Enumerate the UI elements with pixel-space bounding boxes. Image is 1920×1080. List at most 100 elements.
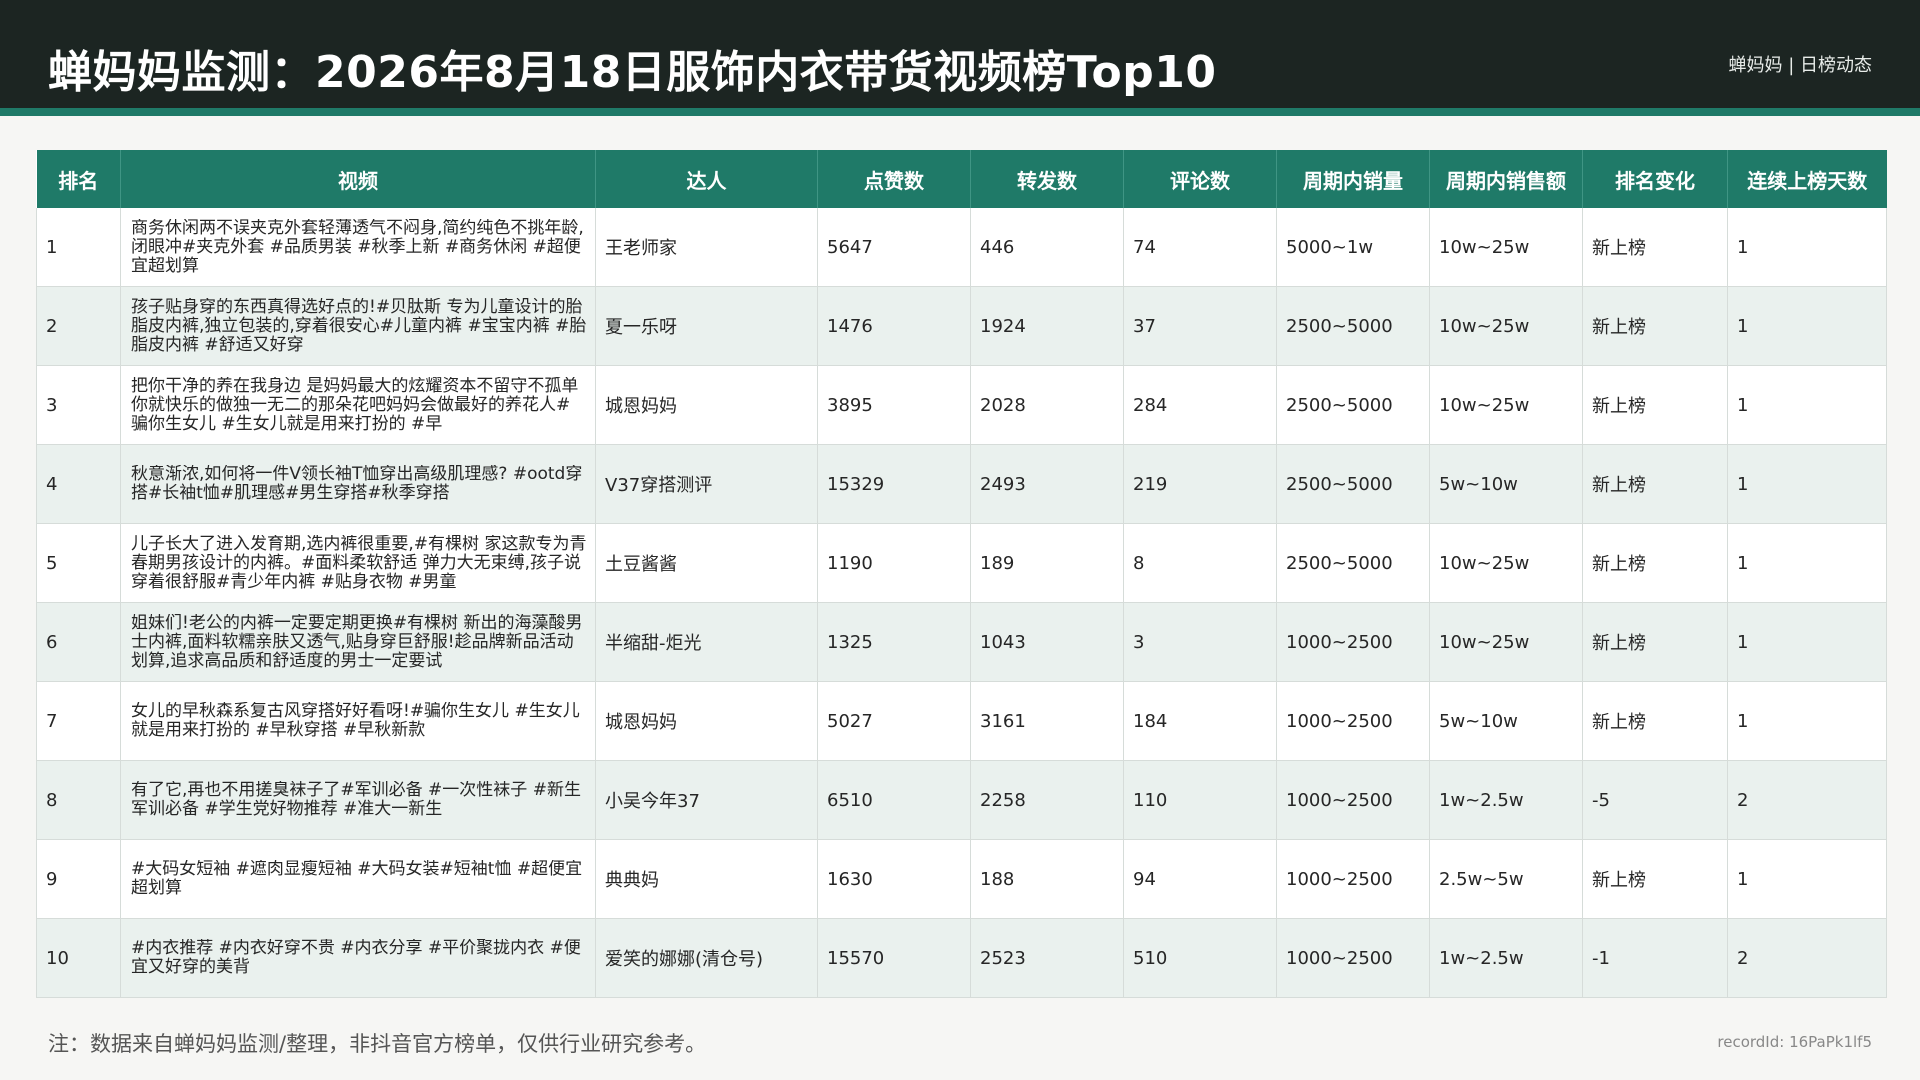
cell-creator[interactable]: 夏一乐呀	[595, 286, 818, 366]
cell-rank: 9	[36, 839, 121, 919]
video-title[interactable]: 有了它,再也不用搓臭袜子了#军训必备 #一次性袜子 #新生军训必备 #学生党好物…	[131, 781, 587, 819]
cell-video[interactable]: 儿子长大了进入发育期,选内裤很重要,#有棵树 家这款专为青春期男孩设计的内裤。#…	[120, 523, 596, 603]
cell-sales-volume: 1000~2500	[1276, 681, 1430, 761]
cell-shares: 1924	[970, 286, 1124, 366]
cell-streak-days: 1	[1727, 286, 1887, 366]
cell-likes: 5647	[817, 208, 971, 287]
cell-rank: 6	[36, 602, 121, 682]
video-title[interactable]: 女儿的早秋森系复古风穿搭好好看呀!#骗你生女儿 #生女儿就是用来打扮的 #早秋穿…	[131, 702, 587, 740]
video-title[interactable]: 秋意渐浓,如何将一件V领长袖T恤穿出高级肌理感? #ootd穿搭#长袖t恤#肌理…	[131, 465, 587, 503]
column-header-streak-days: 连续上榜天数	[1727, 150, 1887, 208]
cell-creator[interactable]: 小吴今年37	[595, 760, 818, 840]
cell-shares: 446	[970, 208, 1124, 287]
cell-creator[interactable]: V37穿搭测评	[595, 444, 818, 524]
cell-likes: 1476	[817, 286, 971, 366]
cell-comments: 94	[1123, 839, 1277, 919]
header-accent-stripe	[0, 108, 1920, 116]
cell-likes: 3895	[817, 365, 971, 445]
column-header-sales-volume: 周期内销量	[1276, 150, 1430, 208]
header-bar: 蝉妈妈监测：2026年8月18日服饰内衣带货视频榜Top10 蝉妈妈 | 日榜动…	[0, 0, 1920, 116]
cell-streak-days: 1	[1727, 365, 1887, 445]
cell-creator[interactable]: 王老师家	[595, 208, 818, 287]
video-title[interactable]: 姐妹们!老公的内裤一定要定期更换#有棵树 新出的海藻酸男士内裤,面料软糯亲肤又透…	[131, 614, 587, 671]
cell-video[interactable]: 姐妹们!老公的内裤一定要定期更换#有棵树 新出的海藻酸男士内裤,面料软糯亲肤又透…	[120, 602, 596, 682]
cell-creator[interactable]: 土豆酱酱	[595, 523, 818, 603]
cell-shares: 2258	[970, 760, 1124, 840]
footnote: 注：数据来自蝉妈妈监测/整理，非抖音官方榜单，仅供行业研究参考。	[48, 1032, 707, 1056]
column-header-comments: 评论数	[1123, 150, 1277, 208]
cell-video[interactable]: 秋意渐浓,如何将一件V领长袖T恤穿出高级肌理感? #ootd穿搭#长袖t恤#肌理…	[120, 444, 596, 524]
cell-comments: 8	[1123, 523, 1277, 603]
cell-shares: 1043	[970, 602, 1124, 682]
cell-sales-amount: 5w~10w	[1429, 444, 1583, 524]
cell-sales-volume: 1000~2500	[1276, 918, 1430, 998]
cell-comments: 74	[1123, 208, 1277, 287]
table-row: 8 有了它,再也不用搓臭袜子了#军训必备 #一次性袜子 #新生军训必备 #学生党…	[36, 760, 1887, 840]
video-title[interactable]: 把你干净的养在我身边 是妈妈最大的炫耀资本不留守不孤单 你就快乐的做独一无二的那…	[131, 377, 587, 434]
cell-shares: 189	[970, 523, 1124, 603]
cell-rank: 8	[36, 760, 121, 840]
cell-streak-days: 2	[1727, 918, 1887, 998]
cell-rank-change: 新上榜	[1582, 681, 1728, 761]
cell-comments: 3	[1123, 602, 1277, 682]
cell-creator[interactable]: 典典妈	[595, 839, 818, 919]
page-title: 蝉妈妈监测：2026年8月18日服饰内衣带货视频榜Top10	[48, 47, 1217, 98]
cell-comments: 37	[1123, 286, 1277, 366]
cell-sales-amount: 5w~10w	[1429, 681, 1583, 761]
table-row: 1 商务休闲两不误夹克外套轻薄透气不闷身,简约纯色不挑年龄,闭眼冲#夹克外套 #…	[36, 208, 1887, 287]
cell-rank-change: -1	[1582, 918, 1728, 998]
table-row: 3 把你干净的养在我身边 是妈妈最大的炫耀资本不留守不孤单 你就快乐的做独一无二…	[36, 365, 1887, 445]
table-row: 5 儿子长大了进入发育期,选内裤很重要,#有棵树 家这款专为青春期男孩设计的内裤…	[36, 523, 1887, 603]
table-row: 6 姐妹们!老公的内裤一定要定期更换#有棵树 新出的海藻酸男士内裤,面料软糯亲肤…	[36, 602, 1887, 682]
cell-creator[interactable]: 爱笑的娜娜(清仓号)	[595, 918, 818, 998]
cell-video[interactable]: 孩子贴身穿的东西真得选好点的!#贝肽斯 专为儿童设计的胎脂皮内裤,独立包装的,穿…	[120, 286, 596, 366]
table-row: 2 孩子贴身穿的东西真得选好点的!#贝肽斯 专为儿童设计的胎脂皮内裤,独立包装的…	[36, 286, 1887, 366]
video-title[interactable]: 儿子长大了进入发育期,选内裤很重要,#有棵树 家这款专为青春期男孩设计的内裤。#…	[131, 535, 587, 592]
cell-rank: 10	[36, 918, 121, 998]
cell-sales-amount: 10w~25w	[1429, 602, 1583, 682]
ranking-table: 排名 视频 达人 点赞数 转发数 评论数 周期内销量 周期内销售额 排名变化 连…	[36, 150, 1887, 998]
cell-likes: 15570	[817, 918, 971, 998]
cell-shares: 2523	[970, 918, 1124, 998]
column-header-rank-change: 排名变化	[1582, 150, 1728, 208]
cell-video[interactable]: 把你干净的养在我身边 是妈妈最大的炫耀资本不留守不孤单 你就快乐的做独一无二的那…	[120, 365, 596, 445]
cell-sales-amount: 10w~25w	[1429, 286, 1583, 366]
column-header-creator: 达人	[595, 150, 818, 208]
cell-creator[interactable]: 城恩妈妈	[595, 681, 818, 761]
cell-shares: 188	[970, 839, 1124, 919]
cell-sales-volume: 1000~2500	[1276, 602, 1430, 682]
cell-video[interactable]: 商务休闲两不误夹克外套轻薄透气不闷身,简约纯色不挑年龄,闭眼冲#夹克外套 #品质…	[120, 208, 596, 287]
cell-rank-change: 新上榜	[1582, 208, 1728, 287]
column-header-rank: 排名	[36, 150, 121, 208]
cell-video[interactable]: 女儿的早秋森系复古风穿搭好好看呀!#骗你生女儿 #生女儿就是用来打扮的 #早秋穿…	[120, 681, 596, 761]
video-title[interactable]: #内衣推荐 #内衣好穿不贵 #内衣分享 #平价聚拢内衣 #便宜又好穿的美背	[131, 939, 587, 977]
cell-rank-change: 新上榜	[1582, 286, 1728, 366]
cell-video[interactable]: 有了它,再也不用搓臭袜子了#军训必备 #一次性袜子 #新生军训必备 #学生党好物…	[120, 760, 596, 840]
cell-rank-change: 新上榜	[1582, 523, 1728, 603]
cell-video[interactable]: #内衣推荐 #内衣好穿不贵 #内衣分享 #平价聚拢内衣 #便宜又好穿的美背	[120, 918, 596, 998]
table-row: 7 女儿的早秋森系复古风穿搭好好看呀!#骗你生女儿 #生女儿就是用来打扮的 #早…	[36, 681, 1887, 761]
video-title[interactable]: 孩子贴身穿的东西真得选好点的!#贝肽斯 专为儿童设计的胎脂皮内裤,独立包装的,穿…	[131, 298, 587, 355]
cell-likes: 5027	[817, 681, 971, 761]
cell-rank-change: 新上榜	[1582, 602, 1728, 682]
cell-comments: 110	[1123, 760, 1277, 840]
cell-creator[interactable]: 城恩妈妈	[595, 365, 818, 445]
video-title[interactable]: 商务休闲两不误夹克外套轻薄透气不闷身,简约纯色不挑年龄,闭眼冲#夹克外套 #品质…	[131, 219, 587, 276]
cell-sales-volume: 5000~1w	[1276, 208, 1430, 287]
video-title[interactable]: #大码女短袖 #遮肉显瘦短袖 #大码女装#短袖t恤 #超便宜超划算	[131, 860, 587, 898]
cell-video[interactable]: #大码女短袖 #遮肉显瘦短袖 #大码女装#短袖t恤 #超便宜超划算	[120, 839, 596, 919]
cell-likes: 15329	[817, 444, 971, 524]
cell-creator[interactable]: 半缩甜-炬光	[595, 602, 818, 682]
cell-likes: 1325	[817, 602, 971, 682]
cell-sales-volume: 2500~5000	[1276, 523, 1430, 603]
cell-sales-volume: 1000~2500	[1276, 839, 1430, 919]
cell-streak-days: 1	[1727, 444, 1887, 524]
cell-comments: 510	[1123, 918, 1277, 998]
table-row: 10 #内衣推荐 #内衣好穿不贵 #内衣分享 #平价聚拢内衣 #便宜又好穿的美背…	[36, 918, 1887, 998]
cell-sales-amount: 1w~2.5w	[1429, 918, 1583, 998]
cell-comments: 284	[1123, 365, 1277, 445]
table-header-row: 排名 视频 达人 点赞数 转发数 评论数 周期内销量 周期内销售额 排名变化 连…	[36, 150, 1887, 208]
column-header-shares: 转发数	[970, 150, 1124, 208]
record-id: recordId: 16PaPk1lf5	[1717, 1033, 1872, 1051]
cell-likes: 1190	[817, 523, 971, 603]
